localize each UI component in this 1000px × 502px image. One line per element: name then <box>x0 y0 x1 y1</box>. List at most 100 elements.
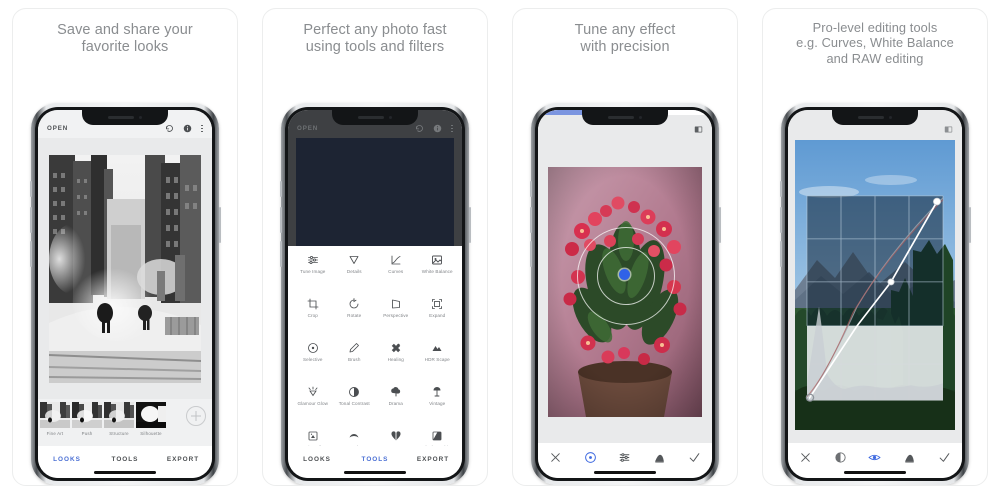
tool-hdr-scape[interactable]: HDR Scape <box>417 342 459 382</box>
tool-label: Vintage <box>429 401 445 407</box>
phone-mockup-4 <box>781 103 969 485</box>
tab-tools[interactable]: TOOLS <box>96 456 154 463</box>
tool-label: Curves <box>388 269 403 275</box>
home-indicator <box>94 471 156 474</box>
tool-tune-image[interactable]: Tune Image <box>292 254 334 294</box>
undo-history-icon[interactable] <box>165 124 174 133</box>
info-icon[interactable] <box>183 124 192 133</box>
home-indicator <box>844 471 906 474</box>
eye-preview-icon[interactable] <box>868 451 881 464</box>
tool-drama[interactable]: Drama <box>375 386 417 426</box>
tab-export[interactable]: EXPORT <box>154 456 212 463</box>
overflow-menu-icon[interactable] <box>451 125 453 132</box>
expand-icon <box>431 298 443 310</box>
tab-looks[interactable]: LOOKS <box>288 456 346 463</box>
look-thumbnail <box>136 402 166 428</box>
tools-panel[interactable]: Tune Image Details <box>288 246 462 446</box>
tool-label: White Balance <box>422 269 453 275</box>
target-control-icon[interactable] <box>584 451 597 464</box>
tool-healing[interactable]: Healing <box>375 342 417 382</box>
phone-notch <box>582 110 668 125</box>
confirm-check-icon[interactable] <box>938 451 951 464</box>
overflow-menu-icon[interactable] <box>201 125 203 132</box>
look-thumbnail <box>40 402 70 428</box>
vintage-icon <box>431 386 443 398</box>
tab-export[interactable]: EXPORT <box>404 456 462 463</box>
close-icon[interactable] <box>549 451 562 464</box>
tool-brush[interactable]: Brush <box>334 342 376 382</box>
caption-line-1: Save and share your <box>25 22 225 39</box>
look-item[interactable]: Structure <box>104 402 134 436</box>
undo-history-icon[interactable] <box>415 124 424 133</box>
curves-icon <box>390 254 402 266</box>
tool-glamour-glow[interactable]: Glamour Glow <box>292 386 334 426</box>
tool-white-balance[interactable]: White Balance <box>417 254 459 294</box>
card-2-caption: Perfect any photo fast using tools and f… <box>275 9 475 56</box>
black-and-white-icon <box>431 430 443 442</box>
tool-grunge[interactable]: Grunge <box>375 430 417 446</box>
photo-canvas[interactable] <box>38 138 212 399</box>
photo-canvas[interactable]: Tune Image Details <box>288 138 462 446</box>
compare-split-icon[interactable] <box>694 125 703 134</box>
tool-details[interactable]: Details <box>334 254 376 294</box>
look-item[interactable]: Fine Art <box>40 402 70 436</box>
look-name: Silhouette <box>140 431 162 436</box>
tool-tonal-contrast[interactable]: Tonal Contrast <box>334 386 376 426</box>
screenshot-gallery: Save and share your favorite looks OPEN <box>0 0 1000 502</box>
looks-filmstrip[interactable]: Fine Art <box>38 399 212 446</box>
card-4-caption: Pro-level editing tools e.g. Curves, Whi… <box>775 9 975 66</box>
add-look-button[interactable] <box>186 406 206 426</box>
photo-pink-flowers <box>548 167 702 417</box>
blur-center-handle[interactable] <box>619 269 630 280</box>
caption-line-2: using tools and filters <box>275 39 475 56</box>
screenshot-card-2: Perfect any photo fast using tools and f… <box>262 8 488 486</box>
crop-icon <box>307 298 319 310</box>
tab-looks[interactable]: LOOKS <box>38 456 96 463</box>
tool-vintage[interactable]: Vintage <box>417 386 459 426</box>
tone-curve-overlay[interactable] <box>801 192 949 412</box>
tool-perspective[interactable]: Perspective <box>375 298 417 338</box>
look-name: Push <box>82 431 93 436</box>
caption-line-1: Tune any effect <box>525 22 725 39</box>
tool-black-and-white[interactable]: Black & White <box>417 430 459 446</box>
mask-brush-icon[interactable] <box>653 451 666 464</box>
contrast-icon[interactable] <box>834 451 847 464</box>
open-button[interactable]: OPEN <box>297 125 318 132</box>
look-name: Structure <box>109 431 129 436</box>
looks-thumbnail-list[interactable]: Fine Art <box>38 402 184 436</box>
photo-canvas[interactable] <box>788 140 962 443</box>
tool-expand[interactable]: Expand <box>417 298 459 338</box>
photo-canvas[interactable] <box>538 140 712 443</box>
brush-icon <box>348 342 360 354</box>
open-button[interactable]: OPEN <box>47 125 68 132</box>
healing-icon <box>390 342 402 354</box>
tool-curves[interactable]: Curves <box>375 254 417 294</box>
tool-crop[interactable]: Crop <box>292 298 334 338</box>
photo-mountain-landscape <box>795 140 955 430</box>
screenshot-card-3: Tune any effect with precision Blur Str <box>512 8 738 486</box>
perspective-icon <box>390 298 402 310</box>
tool-rotate[interactable]: Rotate <box>334 298 376 338</box>
caption-line-3: and RAW editing <box>775 51 975 66</box>
tab-tools[interactable]: TOOLS <box>346 456 404 463</box>
card-3-caption: Tune any effect with precision <box>525 9 725 56</box>
adjust-sliders-icon[interactable] <box>618 451 631 464</box>
mask-brush-icon[interactable] <box>903 451 916 464</box>
look-item[interactable]: Silhouette <box>136 402 166 436</box>
grunge-icon <box>390 430 402 442</box>
close-icon[interactable] <box>799 451 812 464</box>
compare-split-icon[interactable] <box>944 125 953 134</box>
look-item[interactable]: Push <box>72 402 102 436</box>
tool-grainy-film[interactable]: Grainy Film <box>292 430 334 446</box>
tool-retrolux[interactable]: Retrolux <box>334 430 376 446</box>
confirm-check-icon[interactable] <box>688 451 701 464</box>
home-indicator <box>344 471 406 474</box>
tool-selective[interactable]: Selective <box>292 342 334 382</box>
tools-grid[interactable]: Tune Image Details <box>288 252 462 446</box>
phone-notch <box>82 110 168 125</box>
screenshot-card-1: Save and share your favorite looks OPEN <box>12 8 238 486</box>
tonal-contrast-icon <box>348 386 360 398</box>
tool-label: Glamour Glow <box>297 401 328 407</box>
caption-line-2: e.g. Curves, White Balance <box>775 35 975 50</box>
info-icon[interactable] <box>433 124 442 133</box>
